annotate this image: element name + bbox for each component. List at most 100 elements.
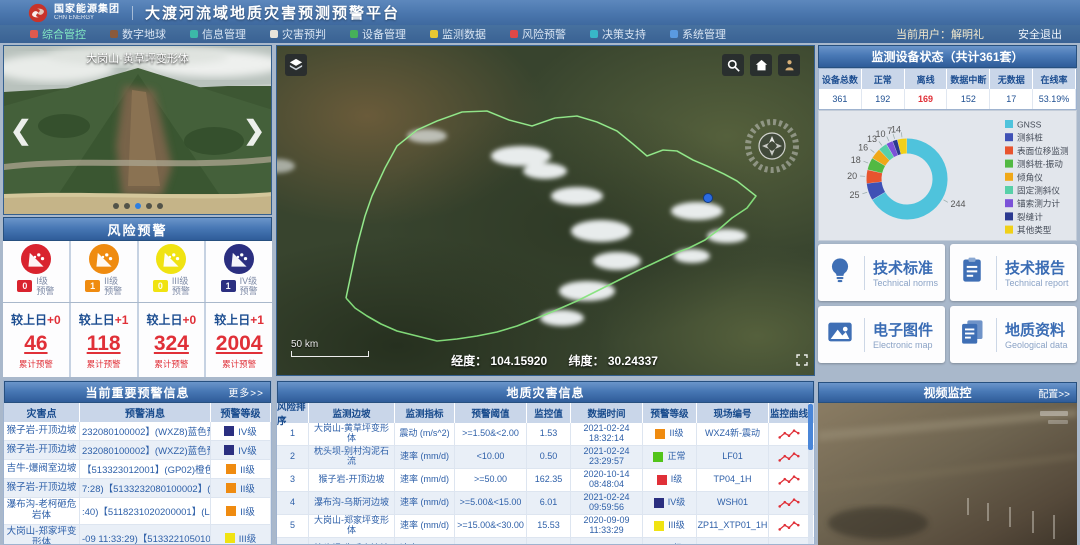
quick-link-report[interactable]: 技术报告Technical report (950, 244, 1077, 301)
warning-row[interactable]: 猴子岩-开顶边坡232080100002】(WXZ2)蓝色预警：…IV级 (4, 441, 271, 460)
monitor-curve-icon[interactable] (778, 474, 800, 486)
quick-link-bulb[interactable]: 技术标准Technical norms (818, 244, 945, 301)
legend-label: 裂缝计 (1017, 211, 1043, 222)
warning-row[interactable]: 瀑布沟-老柯砸危岩体:40)【5118231020200001】(LKM0…II… (4, 498, 271, 525)
warning-row[interactable]: 大岗山-郑家坪变形体-09 11:33:29)【513322105010000…… (4, 525, 271, 545)
quick-link-subtitle: Technical report (1005, 278, 1069, 288)
geo-level: IV级 (643, 492, 697, 514)
geo-threshold: >=1.50&<2.00 (455, 423, 527, 445)
legend-label: 测斜桩 (1017, 132, 1043, 143)
menu-item-label: 系统管理 (682, 26, 726, 42)
fullscreen-icon[interactable] (796, 354, 808, 369)
logout-button[interactable]: 安全退出 (1018, 26, 1062, 42)
geo-curve[interactable] (769, 446, 810, 468)
risk-warning-cards: 0I级预警1II级预警0III级预警1IV级预警 (3, 241, 272, 302)
menu-item-1[interactable]: 综合管控 (30, 26, 86, 42)
monitor-curve-icon[interactable] (778, 497, 800, 509)
risk-stat-IV级[interactable]: 较上日+12004累计预警 (206, 303, 272, 377)
risk-card-I级[interactable]: 0I级预警 (3, 241, 69, 302)
geo-level-swatch (654, 521, 664, 531)
menu-item-7[interactable]: 风险预警 (510, 26, 566, 42)
risk-card-II级[interactable]: 1II级预警 (71, 241, 137, 302)
menu-item-icon (30, 30, 38, 38)
video-feed[interactable] (818, 403, 1077, 545)
geo-table-scrollbar[interactable] (808, 404, 813, 544)
menu-item-9[interactable]: 系统管理 (670, 26, 726, 42)
risk-cumulative-count: 2004 (216, 332, 263, 356)
geo-row[interactable]: 5大岗山-郑家坪变形体速率 (mm/d)>=15.00&<30.0015.532… (277, 515, 814, 538)
warning-level-text: IV级 (238, 424, 256, 438)
geo-row[interactable]: 4瀑布沟-乌斯河边坡速率 (mm/d)>=5.00&<15.006.012021… (277, 492, 814, 515)
donut-chart: 244252018161310714GNSS测斜桩表面位移监测测斜桩-振动倾角仪… (819, 111, 1076, 240)
geo-threshold: <10.00 (455, 446, 527, 468)
warning-level-swatch (226, 483, 236, 493)
video-config-link[interactable]: 配置>> (1038, 385, 1070, 400)
warning-more-link[interactable]: 更多>> (228, 385, 264, 400)
map-home-icon[interactable] (750, 54, 772, 76)
geo-level-swatch (654, 498, 664, 508)
geo-row[interactable]: 1大岗山-黄草坪变形体震动 (m/s^2)>=1.50&<2.001.53202… (277, 423, 814, 446)
carousel-prev-arrow[interactable]: ❮ (10, 117, 32, 143)
quick-link-row: 电子图件Electronic map地质资料Geological data (818, 306, 1077, 363)
geo-curve[interactable] (769, 469, 810, 491)
monitor-curve-icon[interactable] (778, 520, 800, 532)
carousel-next-arrow[interactable]: ❯ (243, 117, 265, 143)
warning-site: 猴子岩-开顶边坡 (4, 441, 80, 459)
map-search-icon[interactable] (722, 54, 744, 76)
quick-link-emap[interactable]: 电子图件Electronic map (818, 306, 945, 363)
menu-item-4[interactable]: 灾害预判 (270, 26, 326, 42)
geo-disaster-panel: 地质灾害信息 风险排序监测边坡监测指标预警阈值监控值数据时间预警等级现场编号监控… (276, 380, 815, 545)
legend-swatch (1005, 160, 1013, 168)
quick-link-docs[interactable]: 地质资料Geological data (950, 306, 1077, 363)
risk-stat-III级[interactable]: 较上日+0324累计预警 (139, 303, 205, 377)
carousel-dot[interactable] (113, 203, 119, 209)
monitor-curve-icon[interactable] (778, 428, 800, 440)
warning-col-header: 预警等级 (211, 403, 271, 422)
risk-delta: 较上日+0 (11, 311, 61, 328)
geo-curve[interactable] (769, 538, 810, 545)
carousel-dot[interactable] (135, 203, 141, 209)
menu-item-8[interactable]: 决策支持 (590, 26, 646, 42)
monitor-curve-icon[interactable] (778, 451, 800, 463)
site-photo-carousel[interactable]: 大岗山·黄草坪变形体 ❮ ❯ (3, 45, 272, 215)
warning-table-header: 灾害点预警消息预警等级 (4, 403, 271, 422)
geo-value: 1.53 (527, 423, 571, 445)
device-col-header: 设备总数 (819, 69, 862, 89)
menu-item-5[interactable]: 设备管理 (350, 26, 406, 42)
warning-table-body: 猴子岩-开顶边坡232080100002】(WXZ8)蓝色预警：…IV级猴子岩-… (4, 422, 271, 545)
map-compass-control[interactable] (744, 118, 800, 174)
carousel-dot[interactable] (146, 203, 152, 209)
geo-row[interactable]: 3猴子岩-开顶边坡速率 (mm/d)>=50.00162.352020-10-1… (277, 469, 814, 492)
layers-icon[interactable] (285, 54, 307, 76)
risk-stat-II级[interactable]: 较上日+1118累计预警 (71, 303, 137, 377)
warning-level-swatch (224, 426, 234, 436)
warning-row[interactable]: 猴子岩-开顶边坡7:28)【5133232080100002】(LF02…II级 (4, 479, 271, 498)
carousel-dot[interactable] (157, 203, 163, 209)
quick-link-divider (996, 318, 997, 352)
menu-item-2[interactable]: 数字地球 (110, 26, 166, 42)
menu-item-3[interactable]: 信息管理 (190, 26, 246, 42)
geo-row[interactable]: 2枕头坝-别村沟泥石流速率 (mm/d)<10.000.502021-02-24… (277, 446, 814, 469)
risk-card-IV级[interactable]: 1IV级预警 (206, 241, 272, 302)
risk-warning-header: 风险预警 (3, 217, 272, 241)
satellite-map[interactable]: 50 km 经度： 104.15920 纬度： 30.24337 (276, 45, 815, 376)
geo-time: 2021-02-24 09:59:56 (571, 492, 643, 514)
geo-curve[interactable] (769, 423, 810, 445)
geo-row[interactable]: 6枕头坝-朱千上边坡速率 (mm/d)>=50.00237.112020-10-… (277, 538, 814, 545)
map-streetview-icon[interactable] (778, 54, 800, 76)
menu-item-label: 决策支持 (602, 26, 646, 42)
warning-row[interactable]: 猴子岩-开顶边坡232080100002】(WXZ8)蓝色预警：…IV级 (4, 422, 271, 441)
warning-row[interactable]: 吉牛-爆阀室边坡【513323012001】(GP02)橙色预警…II级 (4, 460, 271, 479)
geo-curve[interactable] (769, 515, 810, 537)
legend-label: 锚索测力计 (1017, 198, 1060, 209)
menu-item-6[interactable]: 监测数据 (430, 26, 486, 42)
warning-message: 232080100002】(WXZ2)蓝色预警：… (80, 441, 211, 459)
geo-time: 2021-02-24 18:32:14 (571, 423, 643, 445)
carousel-dot[interactable] (124, 203, 130, 209)
risk-card-III级[interactable]: 0III级预警 (139, 241, 205, 302)
geo-curve[interactable] (769, 492, 810, 514)
page-title: 大渡河流域地质灾害预测预警平台 (145, 2, 400, 23)
risk-stat-I级[interactable]: 较上日+046累计预警 (3, 303, 69, 377)
geo-value: 0.50 (527, 446, 571, 468)
menu-item-icon (270, 30, 278, 38)
